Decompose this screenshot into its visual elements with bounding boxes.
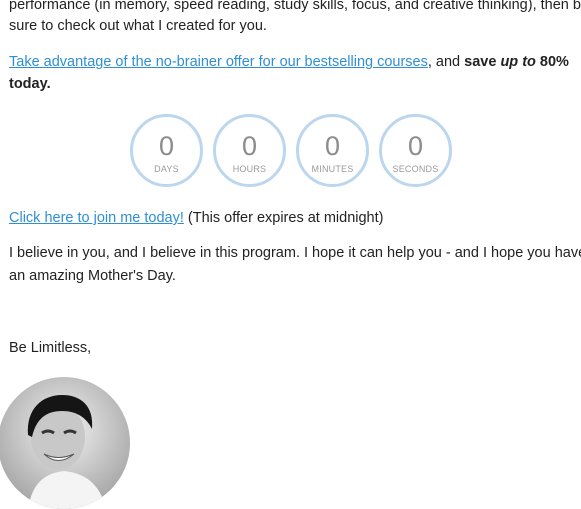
countdown-minutes-value: 0 xyxy=(324,131,341,161)
countdown-days-value: 0 xyxy=(158,131,175,161)
offer-percent-text: 80% xyxy=(535,54,569,70)
countdown-minutes-label: MINUTES xyxy=(311,164,354,174)
countdown-seconds-value: 0 xyxy=(407,131,424,161)
signoff-text: Be Limitless, xyxy=(9,340,92,356)
countdown-days: 0 DAYS xyxy=(130,114,203,187)
countdown-timer: 0 DAYS 0 HOURS 0 MINUTES 0 SECONDS xyxy=(130,114,460,192)
countdown-hours-label: HOURS xyxy=(232,164,267,174)
join-line: Click here to join me today! (This offer… xyxy=(9,207,383,230)
offer-line-2: today. xyxy=(9,73,51,96)
offer-and-text: , and xyxy=(427,54,465,70)
countdown-days-label: DAYS xyxy=(154,164,179,174)
countdown-minutes: 0 MINUTES xyxy=(296,114,369,187)
countdown-hours-value: 0 xyxy=(241,131,258,161)
offer-today-text: today. xyxy=(9,76,51,92)
intro-line-2: sure to check out what I created for you… xyxy=(9,18,267,34)
countdown-seconds: 0 SECONDS xyxy=(379,114,452,187)
countdown-hours: 0 HOURS xyxy=(213,114,286,187)
offer-save-text: save xyxy=(464,54,501,70)
join-note: (This offer expires at midnight) xyxy=(183,210,384,226)
countdown-seconds-label: SECONDS xyxy=(392,164,439,174)
author-avatar xyxy=(0,377,130,509)
join-link[interactable]: Click here to join me today! xyxy=(9,210,184,226)
offer-line-1: Take advantage of the no-brainer offer f… xyxy=(9,51,569,74)
offer-up-to-text: up to xyxy=(500,54,536,70)
portrait-image xyxy=(0,377,130,509)
belief-line-2: an amazing Mother's Day. xyxy=(9,268,176,284)
offer-link[interactable]: Take advantage of the no-brainer offer f… xyxy=(9,54,428,70)
belief-line-1: I believe in you, and I believe in this … xyxy=(9,245,581,261)
